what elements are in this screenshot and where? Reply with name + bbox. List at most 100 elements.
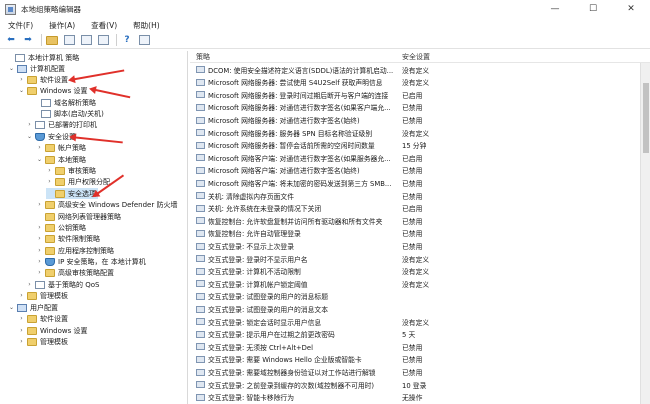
tree-node[interactable]: › 公钥策略: [36, 222, 86, 233]
maximize-button[interactable]: ☐: [574, 0, 612, 18]
policy-row[interactable]: 恢复控制台: 允许软盘复制并访问所有驱动器和所有文件夹 已禁用: [190, 215, 650, 226]
policy-row[interactable]: 交互式登录: 提示用户在过期之前更改密码 5 天: [190, 329, 650, 340]
policy-setting: 已启用: [402, 91, 423, 100]
collapsed-chevron-icon[interactable]: ›: [36, 201, 43, 208]
collapsed-chevron-icon[interactable]: ›: [36, 247, 43, 254]
policy-row[interactable]: 交互式登录: 计算机不活动限制 没有定义: [190, 266, 650, 277]
collapsed-chevron-icon[interactable]: ›: [36, 224, 43, 231]
tree-node[interactable]: 本地计算机 策略: [6, 52, 79, 63]
column-header-policy[interactable]: 策略: [196, 52, 210, 62]
show-hide-tree-icon[interactable]: [62, 33, 76, 47]
collapsed-chevron-icon[interactable]: ›: [46, 178, 53, 185]
policy-row[interactable]: Microsoft 网络服务器: 服务器 SPN 目标名称验证级别 没有定义: [190, 127, 650, 138]
up-folder-icon[interactable]: [45, 33, 59, 47]
tree-node[interactable]: › 软件限制策略: [36, 233, 100, 244]
policy-setting: 已禁用: [402, 192, 423, 201]
policy-setting: 已禁用: [402, 356, 423, 365]
help-icon[interactable]: ?: [120, 33, 134, 47]
collapsed-chevron-icon[interactable]: ›: [46, 167, 53, 174]
forward-arrow-icon[interactable]: ➡: [21, 33, 35, 47]
tree-node[interactable]: › 管理模板: [18, 336, 68, 347]
tree-node-label: 网络列表管理器策略: [58, 212, 121, 221]
policy-row[interactable]: 关机: 清除虚拟内存页面文件 已禁用: [190, 190, 650, 201]
expanded-chevron-icon[interactable]: ⌄: [8, 65, 15, 72]
tree-node[interactable]: 脚本(启动/关机): [32, 108, 104, 119]
properties-icon[interactable]: [79, 33, 93, 47]
tree-node[interactable]: › 高级审核策略配置: [36, 267, 114, 278]
minimize-button[interactable]: —: [536, 0, 574, 18]
collapsed-chevron-icon[interactable]: ›: [36, 144, 43, 151]
tree-node[interactable]: ⌄ 用户配置: [8, 302, 58, 313]
tree-node[interactable]: › 管理模板: [18, 290, 68, 301]
scrollbar-thumb[interactable]: [643, 83, 649, 153]
collapsed-chevron-icon[interactable]: ›: [18, 76, 25, 83]
policy-row[interactable]: Microsoft 网络服务器: 对通信进行数字签名(如果客户端允... 已禁用: [190, 102, 650, 113]
policy-row[interactable]: 交互式登录: 试图登录的用户的消息标题: [190, 291, 650, 302]
tree-node-label: 软件设置: [40, 75, 68, 84]
policy-row[interactable]: Microsoft 网络客户端: 对通信进行数字签名(始终) 已禁用: [190, 165, 650, 176]
tree-node[interactable]: › 已部署的打印机: [26, 119, 97, 130]
collapsed-chevron-icon[interactable]: ›: [18, 315, 25, 322]
tree-node-label: 域名解析策略: [54, 98, 96, 107]
tree-node[interactable]: ⌄ Windows 设置: [18, 85, 87, 96]
policy-row[interactable]: Microsoft 网络服务器: 尝试使用 S4U2Self 获取声明信息 没有定…: [190, 77, 650, 88]
tree-node[interactable]: › 软件设置: [18, 313, 68, 324]
tree-node[interactable]: ⌄ 计算机配置: [8, 63, 65, 74]
policy-name: 交互式登录: 提示用户在过期之前更改密码: [208, 331, 335, 340]
tree-node-label: 本地计算机 策略: [28, 53, 80, 62]
policy-row[interactable]: 交互式登录: 需要 Windows Hello 企业版或智能卡 已禁用: [190, 354, 650, 365]
tree-node[interactable]: 网络列表管理器策略: [36, 211, 121, 222]
policy-row[interactable]: 关机: 允许系统在未登录的情况下关闭 已启用: [190, 203, 650, 214]
policy-row[interactable]: 交互式登录: 不显示上次登录 已禁用: [190, 240, 650, 251]
policy-row[interactable]: 交互式登录: 登录时不显示用户名 没有定义: [190, 253, 650, 264]
tree-node[interactable]: › 基于策略的 QoS: [26, 279, 99, 290]
vertical-scrollbar[interactable]: [640, 63, 650, 404]
menu-file[interactable]: 文件(F): [8, 20, 33, 31]
tree-node[interactable]: 域名解析策略: [32, 97, 96, 108]
policy-row[interactable]: 交互式登录: 智能卡移除行为 无操作: [190, 392, 650, 403]
expanded-chevron-icon[interactable]: ⌄: [8, 304, 15, 311]
policy-row[interactable]: Microsoft 网络服务器: 对通信进行数字签名(始终) 已禁用: [190, 114, 650, 125]
tree-node[interactable]: › 用户权限分配: [46, 176, 110, 187]
collapsed-chevron-icon[interactable]: ›: [18, 327, 25, 334]
collapsed-chevron-icon[interactable]: ›: [26, 281, 33, 288]
tree-node[interactable]: › 应用程序控制策略: [36, 245, 114, 256]
policy-row[interactable]: Microsoft 网络客户端: 将未加密的密码发送到第三方 SMB... 已禁用: [190, 177, 650, 188]
policy-row[interactable]: 交互式登录: 之前登录到缓存的次数(域控制器不可用时) 10 登录: [190, 379, 650, 390]
policy-row[interactable]: Microsoft 网络客户端: 对通信进行数字签名(如果服务器允... 已启用: [190, 152, 650, 163]
policy-row[interactable]: 交互式登录: 无须按 Ctrl+Alt+Del 已禁用: [190, 341, 650, 352]
policy-row[interactable]: Microsoft 网络服务器: 登录时间过期后断开与客户端的连接 已启用: [190, 89, 650, 100]
back-arrow-icon[interactable]: ⬅: [4, 33, 18, 47]
menu-action[interactable]: 操作(A): [49, 20, 75, 31]
collapsed-chevron-icon[interactable]: ›: [26, 121, 33, 128]
policy-item-icon: [196, 91, 205, 99]
expanded-chevron-icon[interactable]: ⌄: [36, 156, 43, 163]
policy-row[interactable]: 交互式登录: 需要域控制器身份验证以对工作站进行解锁 已禁用: [190, 366, 650, 377]
expanded-chevron-icon[interactable]: ⌄: [26, 133, 33, 140]
tree-node[interactable]: › Windows 设置: [18, 325, 87, 336]
policy-row[interactable]: 交互式登录: 锁定会话时显示用户信息 没有定义: [190, 316, 650, 327]
collapsed-chevron-icon[interactable]: ›: [36, 235, 43, 242]
tree-node[interactable]: › 高级安全 Windows Defender 防火墙: [36, 199, 177, 210]
export-list-icon[interactable]: [96, 33, 110, 47]
expanded-chevron-icon[interactable]: ⌄: [18, 87, 25, 94]
collapsed-chevron-icon[interactable]: ›: [18, 338, 25, 345]
close-button[interactable]: ✕: [612, 0, 650, 18]
policy-row[interactable]: Microsoft 网络服务器: 暂停会话前所需的空闲时间数量 15 分钟: [190, 140, 650, 151]
tree-node[interactable]: › 审核策略: [46, 165, 96, 176]
policy-row[interactable]: 交互式登录: 试图登录的用户的消息文本: [190, 303, 650, 314]
collapsed-chevron-icon[interactable]: ›: [36, 269, 43, 276]
menu-help[interactable]: 帮助(H): [133, 20, 160, 31]
menu-view[interactable]: 查看(V): [91, 20, 117, 31]
policy-row[interactable]: 交互式登录: 计算机帐户锁定阈值 没有定义: [190, 278, 650, 289]
tree-node[interactable]: › 帐户策略: [36, 142, 86, 153]
tree-node[interactable]: › IP 安全策略，在 本地计算机: [36, 256, 146, 267]
tree-node[interactable]: ⌄ 本地策略: [36, 154, 86, 165]
policy-row[interactable]: DCOM: 使用安全描述符定义语言(SDDL)语法的计算机启动... 没有定义: [190, 64, 650, 75]
policy-row[interactable]: 恢复控制台: 允许自动管理登录 已禁用: [190, 228, 650, 239]
collapsed-chevron-icon[interactable]: ›: [36, 258, 43, 265]
collapsed-chevron-icon[interactable]: ›: [18, 292, 25, 299]
column-header-setting[interactable]: 安全设置: [402, 52, 430, 62]
tree-node[interactable]: › 软件设置: [18, 74, 68, 85]
console-icon[interactable]: [137, 33, 151, 47]
